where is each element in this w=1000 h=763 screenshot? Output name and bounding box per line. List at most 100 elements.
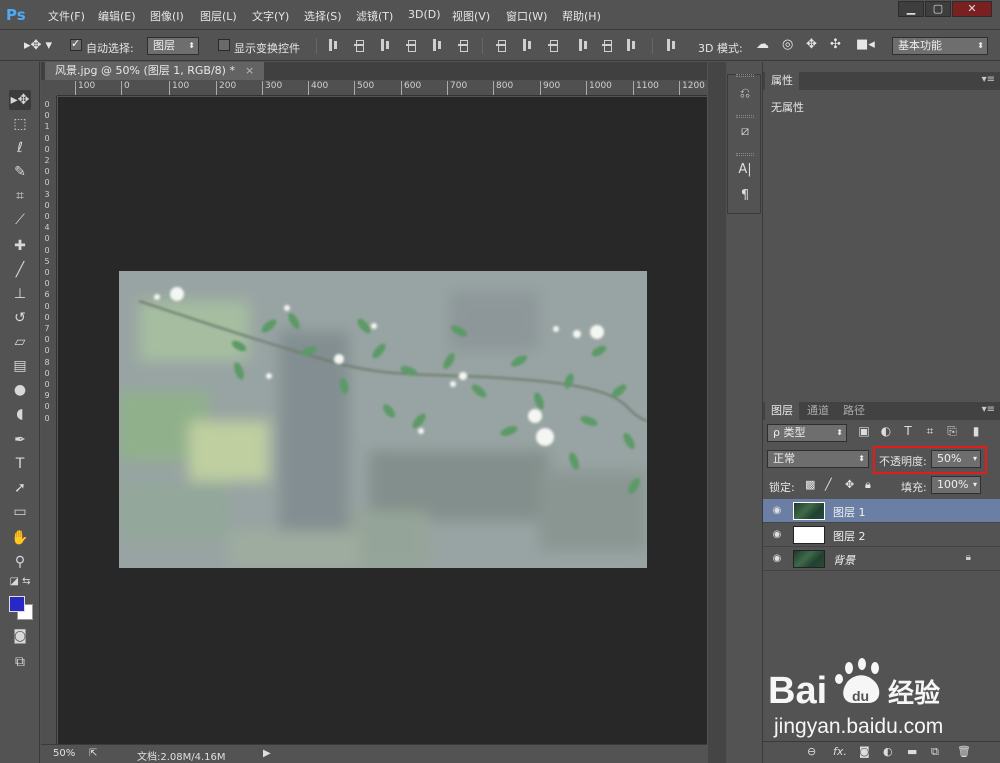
type-tool-icon[interactable]: T bbox=[9, 454, 31, 474]
layer-name[interactable]: 图层 1 bbox=[833, 504, 866, 520]
export-icon[interactable]: ⇱ bbox=[89, 748, 97, 759]
quick-mask-icon[interactable]: ◙ bbox=[9, 626, 31, 646]
distribute-top-icon[interactable] bbox=[494, 38, 508, 52]
menu-edit[interactable]: 编辑(E) bbox=[98, 8, 136, 24]
menu-layer[interactable]: 图层(L) bbox=[200, 8, 237, 24]
new-group-icon[interactable]: ▬ bbox=[907, 745, 917, 758]
layer-row-background[interactable]: ◉ 背景 🔒︎ bbox=[763, 547, 1000, 571]
show-transform-checkbox[interactable] bbox=[218, 39, 230, 51]
filter-pixel-icon[interactable]: ▣ bbox=[857, 424, 871, 438]
align-hcenter-icon[interactable] bbox=[430, 38, 444, 52]
lock-transparent-icon[interactable]: ▩ bbox=[805, 478, 815, 491]
hand-tool-icon[interactable]: ✋ bbox=[9, 528, 31, 548]
minimize-button[interactable]: ▁ bbox=[898, 1, 924, 17]
swap-colors-icon[interactable]: ◪ ⇆ bbox=[9, 576, 31, 588]
lasso-tool-icon[interactable]: ℓ bbox=[9, 138, 31, 158]
align-vcenter-icon[interactable] bbox=[352, 38, 366, 52]
menu-3d[interactable]: 3D(D) bbox=[408, 8, 441, 21]
distribute-bottom-icon[interactable] bbox=[546, 38, 560, 52]
3d-drag-icon[interactable]: ✥ bbox=[806, 37, 817, 52]
restore-button[interactable]: ▢ bbox=[925, 1, 951, 17]
tab-properties[interactable]: 属性 bbox=[765, 72, 799, 90]
shape-tool-icon[interactable]: ▭ bbox=[9, 502, 31, 522]
eye-icon[interactable]: ◉ bbox=[771, 505, 783, 517]
new-adjustment-icon[interactable]: ◐ bbox=[883, 745, 893, 758]
menu-view[interactable]: 视图(V) bbox=[452, 8, 490, 24]
zoom-level[interactable]: 50% bbox=[53, 748, 75, 759]
layer-filter-dropdown[interactable]: ρ 类型 ⬍ bbox=[767, 424, 847, 442]
healing-tool-icon[interactable]: ✚ bbox=[9, 236, 31, 256]
filter-adjustment-icon[interactable]: ◐ bbox=[879, 424, 893, 438]
layer-name[interactable]: 图层 2 bbox=[833, 528, 866, 544]
align-right-icon[interactable] bbox=[456, 38, 470, 52]
tab-layers[interactable]: 图层 bbox=[765, 402, 799, 420]
paragraph-panel-icon[interactable]: ¶ bbox=[736, 187, 754, 205]
distribute-right-icon[interactable] bbox=[624, 38, 638, 52]
menu-help[interactable]: 帮助(H) bbox=[562, 8, 601, 24]
layer-row-1[interactable]: ◉ 图层 1 bbox=[763, 499, 1000, 523]
canvas-area[interactable] bbox=[58, 97, 707, 744]
menu-select[interactable]: 选择(S) bbox=[304, 8, 342, 24]
fx-icon[interactable]: fx. bbox=[833, 745, 847, 758]
align-left-icon[interactable] bbox=[404, 38, 418, 52]
move-tool-icon[interactable]: ▸✥ bbox=[9, 90, 31, 110]
history-brush-tool-icon[interactable]: ↺ bbox=[9, 308, 31, 328]
quick-select-tool-icon[interactable]: ✎ bbox=[9, 162, 31, 182]
brush-tool-icon[interactable]: ╱ bbox=[9, 260, 31, 280]
workspace-dropdown[interactable]: 基本功能 ⬍ bbox=[892, 37, 988, 55]
history-panel-icon[interactable]: ⎌ bbox=[736, 85, 754, 103]
status-menu-icon[interactable]: ▶ bbox=[263, 748, 271, 759]
3d-roll-icon[interactable]: ◎ bbox=[782, 37, 793, 52]
pen-tool-icon[interactable]: ✒ bbox=[9, 430, 31, 450]
3d-scale-icon[interactable]: ■◂ bbox=[856, 37, 875, 52]
menu-file[interactable]: 文件(F) bbox=[48, 8, 85, 24]
clone-stamp-tool-icon[interactable]: ⊥ bbox=[9, 284, 31, 304]
ruler-corner[interactable] bbox=[41, 80, 57, 96]
panel-menu-icon[interactable]: ▾≡ bbox=[982, 404, 995, 415]
align-top-icon[interactable] bbox=[326, 38, 340, 52]
eraser-tool-icon[interactable]: ▱ bbox=[9, 332, 31, 352]
gradient-tool-icon[interactable]: ▤ bbox=[9, 356, 31, 376]
panel-grip[interactable] bbox=[736, 74, 754, 77]
distribute-vcenter-icon[interactable] bbox=[520, 38, 534, 52]
tab-paths[interactable]: 路径 bbox=[837, 402, 871, 420]
layer-row-2[interactable]: ◉ 图层 2 bbox=[763, 523, 1000, 547]
lock-position-icon[interactable]: ✥ bbox=[845, 478, 854, 491]
delete-layer-icon[interactable]: 🗑︎ bbox=[957, 745, 971, 758]
move-tool-preset-icon[interactable]: ▸✥ ▾ bbox=[24, 38, 52, 53]
filter-toggle-icon[interactable]: ▮ bbox=[969, 424, 983, 438]
blur-tool-icon[interactable]: ● bbox=[9, 380, 31, 400]
layer-name[interactable]: 背景 bbox=[833, 552, 855, 568]
panel-menu-icon[interactable]: ▾≡ bbox=[982, 74, 995, 85]
new-layer-icon[interactable]: ⧉ bbox=[931, 745, 939, 759]
character-panel-icon[interactable]: A| bbox=[736, 161, 754, 179]
panel-grip[interactable] bbox=[736, 115, 754, 118]
fill-input[interactable]: 100% ▾ bbox=[931, 476, 981, 494]
crop-tool-icon[interactable]: ⌗ bbox=[9, 186, 31, 206]
menu-window[interactable]: 窗口(W) bbox=[506, 8, 547, 24]
auto-align-icon[interactable] bbox=[664, 38, 678, 52]
eye-icon[interactable]: ◉ bbox=[771, 529, 783, 541]
document-tab[interactable]: 风景.jpg @ 50% (图层 1, RGB/8) * × bbox=[45, 62, 265, 80]
tab-channels[interactable]: 通道 bbox=[801, 402, 835, 420]
close-tab-icon[interactable]: × bbox=[245, 64, 254, 77]
eye-icon[interactable]: ◉ bbox=[771, 553, 783, 565]
distribute-left-icon[interactable] bbox=[576, 38, 590, 52]
filter-shape-icon[interactable]: ⌗ bbox=[923, 424, 937, 438]
auto-select-checkbox[interactable] bbox=[70, 37, 82, 51]
distribute-hcenter-icon[interactable] bbox=[600, 38, 614, 52]
menu-image[interactable]: 图像(I) bbox=[150, 8, 184, 24]
filter-type-icon[interactable]: T bbox=[901, 424, 915, 438]
screen-mode-icon[interactable]: ⧉ bbox=[9, 652, 31, 672]
link-layers-icon[interactable]: ⊖ bbox=[807, 745, 816, 758]
eyedropper-tool-icon[interactable]: ⟋ bbox=[9, 210, 31, 230]
menu-type[interactable]: 文字(Y) bbox=[252, 8, 289, 24]
tool-presets-panel-icon[interactable]: ⧄ bbox=[736, 123, 754, 141]
filter-smart-object-icon[interactable]: ⎘ bbox=[945, 424, 959, 438]
close-button[interactable]: ✕ bbox=[952, 1, 992, 17]
document-image[interactable] bbox=[119, 271, 647, 568]
3d-rotate-icon[interactable]: ☁ bbox=[756, 37, 769, 52]
menu-filter[interactable]: 滤镜(T) bbox=[356, 8, 393, 24]
dodge-tool-icon[interactable]: ◖ bbox=[9, 404, 31, 424]
marquee-tool-icon[interactable]: ⬚ bbox=[9, 114, 31, 134]
